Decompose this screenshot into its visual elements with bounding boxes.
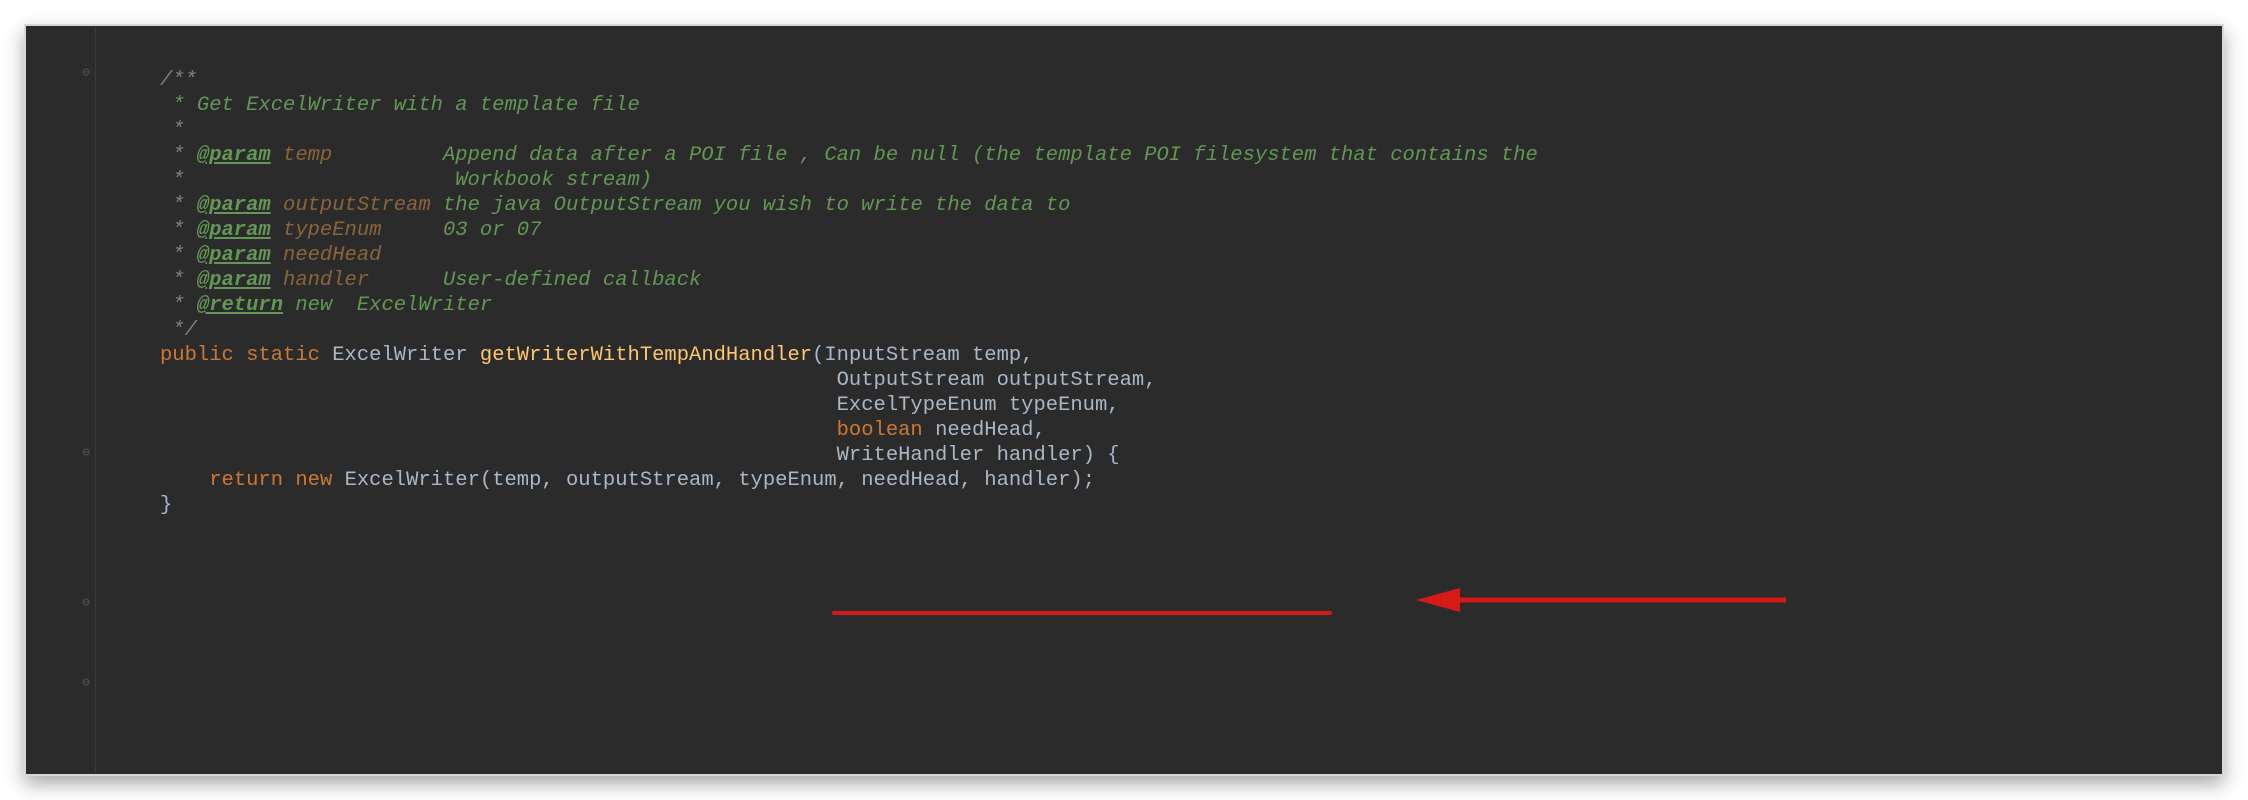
javadoc-param-temp: * @param temp Append data after a POI fi…: [96, 143, 2222, 168]
javadoc-param-temp-cont: * Workbook stream): [96, 168, 2222, 193]
javadoc-close: */: [96, 318, 2222, 343]
method-body-return: return new ExcelWriter(temp, outputStrea…: [96, 468, 2222, 493]
javadoc-param-needhead: * @param needHead: [96, 243, 2222, 268]
javadoc-param-outputstream: * @param outputStream the java OutputStr…: [96, 193, 2222, 218]
code-area[interactable]: /** * Get ExcelWriter with a template fi…: [96, 26, 2222, 774]
javadoc-param-typeenum: * @param typeEnum 03 or 07: [96, 218, 2222, 243]
annotation-underline: [832, 611, 1332, 615]
fold-marker-icon[interactable]: ⊖: [79, 676, 93, 690]
method-param-5: WriteHandler handler) {: [96, 443, 2222, 468]
method-close: }: [96, 493, 2222, 518]
javadoc-summary: * Get ExcelWriter with a template file: [96, 93, 2222, 118]
fold-marker-icon[interactable]: ⊖: [79, 596, 93, 610]
editor-gutter: ⊖ ⊖ ⊖ ⊖: [26, 26, 96, 774]
javadoc-param-handler: * @param handler User-defined callback: [96, 268, 2222, 293]
method-param-2: OutputStream outputStream,: [96, 368, 2222, 393]
fold-marker-icon[interactable]: ⊖: [79, 66, 93, 80]
method-param-4: boolean needHead,: [96, 418, 2222, 443]
method-signature: public static ExcelWriter getWriterWithT…: [96, 343, 2222, 368]
method-param-3: ExcelTypeEnum typeEnum,: [96, 393, 2222, 418]
javadoc-return: * @return new ExcelWriter: [96, 293, 2222, 318]
javadoc-blank: *: [96, 118, 2222, 143]
code-editor-frame: ⊖ ⊖ ⊖ ⊖ /** * Get ExcelWriter with a tem…: [24, 24, 2224, 776]
fold-marker-icon[interactable]: ⊖: [79, 446, 93, 460]
javadoc-open: /**: [96, 68, 2222, 93]
